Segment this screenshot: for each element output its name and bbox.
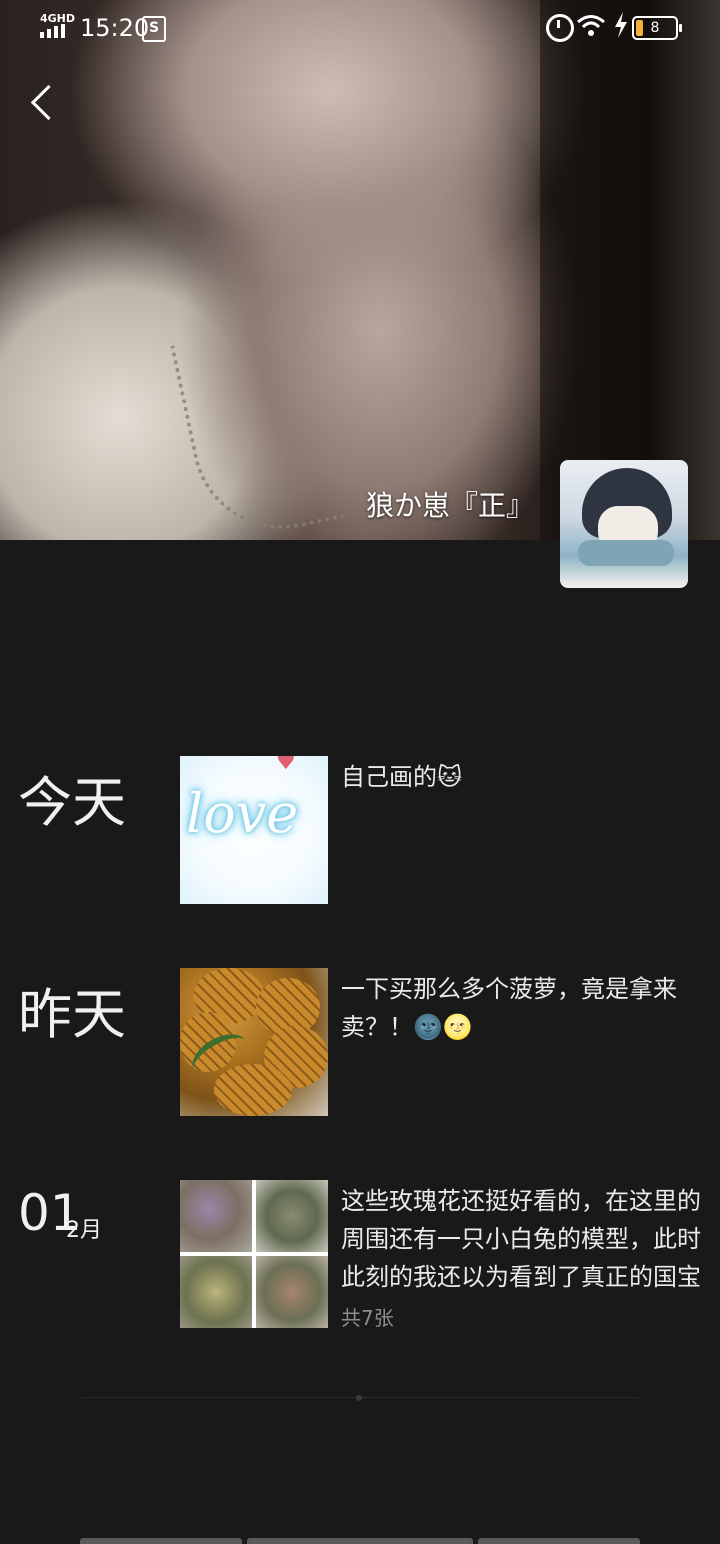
grid-photo bbox=[256, 1180, 328, 1252]
alarm-icon bbox=[546, 14, 574, 42]
feed-item[interactable]: 今天 ♥ love 自己画的🐱 bbox=[0, 756, 720, 906]
grid-photo bbox=[180, 1180, 252, 1252]
feed-date-month: 2月 bbox=[66, 1218, 102, 1243]
battery-icon: 8 bbox=[632, 16, 682, 40]
feed-thumbnail[interactable] bbox=[180, 968, 328, 1116]
profile-avatar[interactable] bbox=[560, 460, 688, 588]
back-icon[interactable] bbox=[24, 82, 54, 126]
cover-hair-shade bbox=[540, 0, 720, 540]
photo-count: 共7张 bbox=[341, 1306, 394, 1330]
cover-necklace bbox=[170, 318, 344, 540]
thumbnail-lettering: love bbox=[186, 782, 299, 845]
profile-nickname: 狼か崽『正』 bbox=[365, 489, 534, 522]
grid-photo bbox=[180, 1256, 252, 1328]
feed-thumbnail-grid[interactable] bbox=[180, 1180, 328, 1328]
cover-photo[interactable] bbox=[0, 0, 720, 540]
bottom-tab-indicator[interactable] bbox=[80, 1538, 242, 1544]
screenshot-app-icon: S bbox=[142, 16, 166, 42]
feed-item[interactable]: 昨天 一下买那么多个菠萝，竟是拿来卖？！🌚🌝 bbox=[0, 968, 720, 1118]
feed-text: 自己画的🐱 bbox=[341, 763, 463, 791]
feed-text: 这些玫瑰花还挺好看的，在这里的周围还有一只小白兔的模型，此时此刻的我还以为看到了… bbox=[341, 1187, 701, 1291]
wifi-icon bbox=[576, 14, 606, 42]
bottom-tab-indicator[interactable] bbox=[247, 1538, 473, 1544]
signal-icon bbox=[40, 24, 65, 38]
grid-photo bbox=[256, 1256, 328, 1328]
avatar-scarf bbox=[578, 540, 674, 566]
feed-item[interactable]: 01 2月 这些玫瑰花还挺好看的，在这里的周围还有一只小白兔的模型，此时此刻的我… bbox=[0, 1180, 720, 1330]
feed-date: 今天 bbox=[18, 771, 126, 834]
status-bar: 4GHD 15:20 S 8 bbox=[0, 0, 720, 56]
feed-date: 昨天 bbox=[18, 983, 126, 1046]
charging-icon bbox=[614, 12, 628, 44]
bottom-tab-indicator[interactable] bbox=[478, 1538, 640, 1544]
feed-thumbnail[interactable]: ♥ love bbox=[180, 756, 328, 904]
battery-level: 8 bbox=[650, 20, 660, 36]
heart-icon: ♥ bbox=[276, 756, 296, 775]
list-end-dot bbox=[356, 1395, 362, 1401]
feed-text: 一下买那么多个菠萝，竟是拿来卖？！🌚🌝 bbox=[341, 975, 677, 1041]
status-time: 15:20 bbox=[80, 14, 150, 42]
